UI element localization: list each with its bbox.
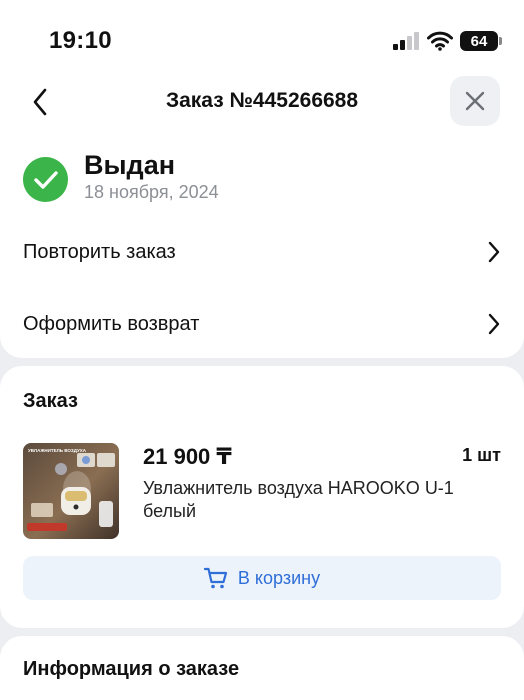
- repeat-order-label: Повторить заказ: [23, 240, 176, 263]
- product-price: 21 900 ₸: [143, 444, 232, 469]
- add-to-cart-label: В корзину: [237, 567, 321, 588]
- order-card: Заказ УВЛАЖНИТЕЛЬ ВОЗДУХА 21 900 ₸ 1 шт …: [0, 366, 524, 628]
- order-info-card: Информация о заказе: [0, 636, 524, 700]
- return-order-label: Оформить возврат: [23, 312, 200, 335]
- status-time: 19:10: [49, 27, 112, 54]
- product-image-caption: УВЛАЖНИТЕЛЬ ВОЗДУХА: [28, 448, 87, 453]
- battery-icon: 64: [460, 31, 502, 51]
- status-bar: 19:10 64: [0, 0, 524, 72]
- chevron-right-icon: [488, 241, 500, 263]
- product-image[interactable]: УВЛАЖНИТЕЛЬ ВОЗДУХА: [23, 443, 119, 539]
- order-status-card: Выдан 18 ноября, 2024 Повторить заказ Оф…: [0, 132, 524, 358]
- status-icons: 64: [392, 30, 502, 52]
- page-title: Заказ №445266688: [165, 89, 359, 112]
- add-to-cart-button[interactable]: В корзину: [23, 556, 501, 600]
- close-button[interactable]: [450, 76, 500, 126]
- order-info-title: Информация о заказе: [23, 658, 240, 680]
- checkmark-icon: [23, 157, 68, 202]
- product-quantity: 1 шт: [462, 445, 501, 465]
- repeat-order-row[interactable]: Повторить заказ: [0, 224, 524, 280]
- return-order-row[interactable]: Оформить возврат: [0, 296, 524, 352]
- product-name[interactable]: Увлажнитель воздуха HAROOKO U-1 белый: [143, 477, 493, 523]
- status-date: 18 ноября, 2024: [84, 182, 219, 202]
- cellular-signal-icon: [393, 32, 419, 50]
- status-title: Выдан: [84, 150, 176, 180]
- header: Заказ №445266688: [0, 72, 524, 132]
- close-icon: [465, 91, 485, 111]
- wifi-icon: [427, 31, 453, 51]
- order-section-title: Заказ: [23, 390, 78, 412]
- battery-level: 64: [470, 32, 488, 50]
- cart-icon: [203, 567, 228, 589]
- chevron-right-icon: [488, 313, 500, 335]
